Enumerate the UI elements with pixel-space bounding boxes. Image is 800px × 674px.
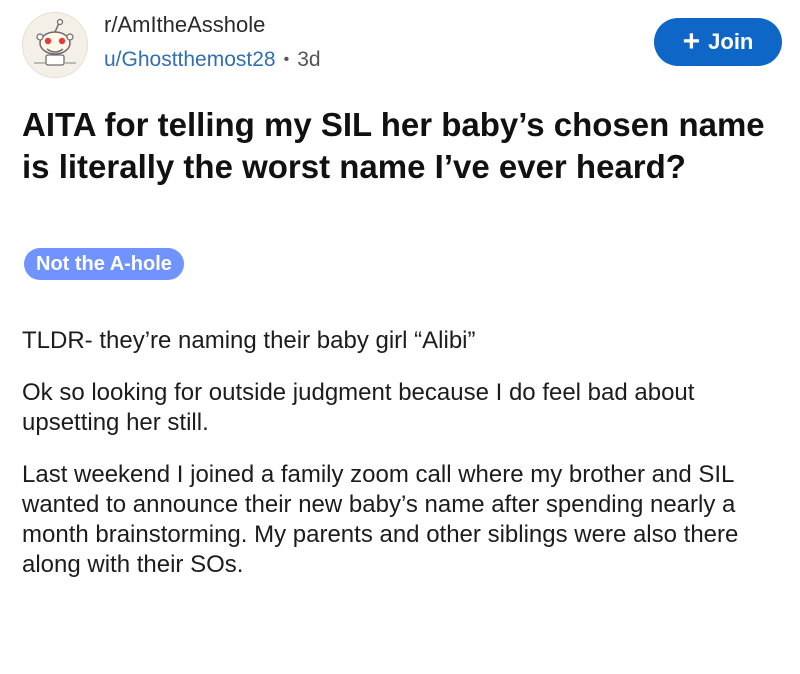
- post-meta: r/AmItheAsshole u/Ghostthemost28 • 3d: [104, 10, 321, 74]
- author-line: u/Ghostthemost28 • 3d: [104, 46, 321, 74]
- subreddit-avatar-icon[interactable]: [22, 12, 88, 78]
- post-age: 3d: [297, 48, 321, 71]
- post-title[interactable]: AITA for telling my SIL her baby’s chose…: [22, 104, 772, 188]
- join-label: Join: [708, 29, 754, 54]
- author-link[interactable]: u/Ghostthemost28: [104, 46, 276, 74]
- join-button[interactable]: + Join: [654, 18, 782, 66]
- post-paragraph-3: Last weekend I joined a family zoom call…: [22, 461, 739, 578]
- meta-separator: •: [283, 51, 290, 68]
- post-flair[interactable]: Not the A-hole: [24, 248, 184, 280]
- subreddit-link[interactable]: r/AmItheAsshole: [104, 10, 321, 40]
- reddit-post: r/AmItheAsshole u/Ghostthemost28 • 3d + …: [0, 0, 800, 674]
- plus-icon: +: [682, 25, 701, 58]
- post-paragraph-1: TLDR- they’re naming their baby girl “Al…: [22, 327, 476, 354]
- post-paragraph-2: Ok so looking for outside judgment becau…: [22, 379, 695, 436]
- post-header: r/AmItheAsshole u/Ghostthemost28 • 3d + …: [22, 10, 782, 80]
- post-body: TLDR- they’re naming their baby girl “Al…: [22, 326, 772, 602]
